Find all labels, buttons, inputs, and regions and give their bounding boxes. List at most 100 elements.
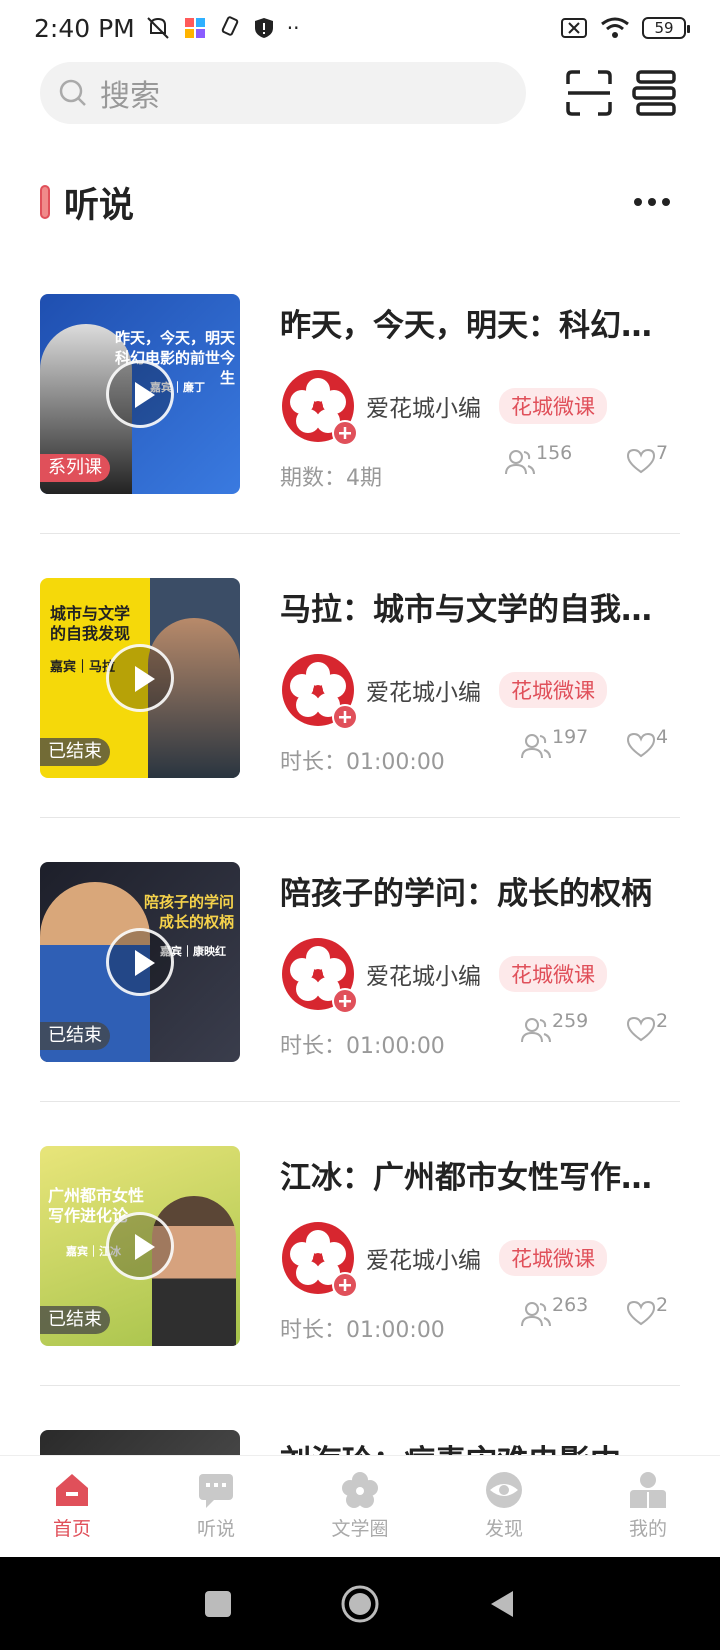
add-icon[interactable] <box>332 420 358 446</box>
item-title[interactable]: 刘海玲：病毒灾难电影中 <box>280 1436 680 1455</box>
section-header: 听说 <box>40 176 680 228</box>
author-row: 爱花城小编 花城微课 <box>280 652 607 730</box>
item-meta: 期数：4期 <box>280 466 382 491</box>
add-icon[interactable] <box>332 988 358 1014</box>
play-icon[interactable] <box>106 1212 174 1280</box>
section-title: 听说 <box>64 185 135 226</box>
eye-icon <box>486 1472 522 1508</box>
search-input[interactable]: 搜索 <box>40 62 526 124</box>
back-icon[interactable] <box>487 1589 517 1619</box>
list-item[interactable]: 刘海玲：病毒灾难电影中 <box>40 1386 680 1455</box>
people-icon <box>521 1018 551 1043</box>
home-button-icon[interactable] <box>340 1584 380 1624</box>
add-icon[interactable] <box>332 704 358 730</box>
play-icon[interactable] <box>106 360 174 428</box>
likes-count[interactable]: 2 <box>626 1294 668 1326</box>
avatar[interactable] <box>280 652 358 730</box>
status-badge: 已结束 <box>40 1306 110 1334</box>
list-item[interactable]: 广州都市女性 写作进化论 嘉宾｜江冰 已结束 江冰：广州都市女性写作进化论 爱花… <box>40 1102 680 1386</box>
category-tag[interactable]: 花城微课 <box>499 1240 607 1276</box>
recent-apps-icon[interactable] <box>203 1589 233 1619</box>
nav-item-literature[interactable]: 文学圈 <box>288 1456 432 1557</box>
status-icons-right: 59 <box>560 16 690 40</box>
thumbnail[interactable] <box>40 1430 240 1455</box>
avatar[interactable] <box>280 368 358 446</box>
play-icon[interactable] <box>106 644 174 712</box>
author-row: 爱花城小编 花城微课 <box>280 368 607 446</box>
listeners-value: 156 <box>536 442 573 464</box>
likes-count[interactable]: 2 <box>626 1010 668 1042</box>
more-dot <box>634 198 642 206</box>
more-dots-icon: ·· <box>286 16 300 40</box>
profile-icon <box>630 1472 666 1508</box>
listeners-value: 197 <box>552 726 589 748</box>
listeners-count: 156 <box>504 442 572 476</box>
flower-icon <box>342 1472 378 1508</box>
nav-item-discover[interactable]: 发现 <box>432 1456 576 1557</box>
course-list: 昨天，今天，明天 科幻电影的前世今生 嘉宾｜廉丁 系列课 昨天，今天，明天：科幻… <box>40 250 680 1455</box>
list-item[interactable]: 陪孩子的学问 成长的权柄 嘉宾｜康映红 已结束 陪孩子的学问：成长的权柄 爱花城… <box>40 818 680 1102</box>
avatar[interactable] <box>280 936 358 1014</box>
list-item[interactable]: 城市与文学 的自我发现 嘉宾｜马拉 已结束 马拉：城市与文学的自我发现 爱花城小… <box>40 534 680 818</box>
status-time: 2:40 PM <box>34 13 135 43</box>
search-icon <box>59 79 86 106</box>
more-button[interactable] <box>634 198 680 206</box>
thumbnail[interactable]: 昨天，今天，明天 科幻电影的前世今生 嘉宾｜廉丁 系列课 <box>40 294 240 494</box>
likes-count[interactable]: 7 <box>626 442 668 474</box>
more-dot <box>662 198 670 206</box>
category-tag[interactable]: 花城微课 <box>499 956 607 992</box>
more-dot <box>648 198 656 206</box>
top-bar: 搜索 <box>40 62 680 124</box>
people-icon <box>521 1302 551 1327</box>
listeners-count: 263 <box>520 1294 588 1328</box>
add-icon[interactable] <box>332 1272 358 1298</box>
nav-label: 文学圈 <box>331 1518 389 1540</box>
list-item[interactable]: 昨天，今天，明天 科幻电影的前世今生 嘉宾｜廉丁 系列课 昨天，今天，明天：科幻… <box>40 250 680 534</box>
nav-label: 听说 <box>196 1518 235 1540</box>
listeners-value: 263 <box>552 1294 589 1316</box>
listeners-value: 259 <box>552 1010 589 1032</box>
thumbnail[interactable]: 城市与文学 的自我发现 嘉宾｜马拉 已结束 <box>40 578 240 778</box>
author-name[interactable]: 爱花城小编 <box>366 957 481 991</box>
speaker-silhouette <box>152 1196 236 1346</box>
chat-icon <box>199 1474 233 1508</box>
system-nav-bar <box>0 1557 720 1650</box>
thumbnail[interactable]: 陪孩子的学问 成长的权柄 嘉宾｜康映红 已结束 <box>40 862 240 1062</box>
item-title[interactable]: 陪孩子的学问：成长的权柄 <box>280 868 680 913</box>
item-title[interactable]: 江冰：广州都市女性写作进化论 <box>280 1152 680 1197</box>
status-badge: 已结束 <box>40 1022 110 1050</box>
bookshelf-icon <box>632 70 676 116</box>
nav-label: 我的 <box>628 1518 667 1540</box>
category-tag[interactable]: 花城微课 <box>499 672 607 708</box>
people-icon <box>505 450 535 475</box>
battery-level: 59 <box>654 19 674 37</box>
thumbnail[interactable]: 广州都市女性 写作进化论 嘉宾｜江冰 已结束 <box>40 1146 240 1346</box>
likes-value: 7 <box>656 442 669 464</box>
nav-label: 首页 <box>52 1518 91 1540</box>
likes-count[interactable]: 4 <box>626 726 668 758</box>
nav-item-home[interactable]: 首页 <box>0 1456 144 1557</box>
play-icon[interactable] <box>106 928 174 996</box>
search-placeholder: 搜索 <box>100 79 160 114</box>
heart-icon <box>626 732 656 758</box>
avatar[interactable] <box>280 1220 358 1298</box>
item-title[interactable]: 马拉：城市与文学的自我发现 <box>280 584 680 629</box>
thumbnail-caption: 陪孩子的学问 成长的权柄 <box>143 893 234 931</box>
item-meta: 时长：01:00:00 <box>280 1034 445 1059</box>
likes-value: 2 <box>656 1010 669 1032</box>
heart-icon <box>626 1300 656 1326</box>
author-name[interactable]: 爱花城小编 <box>366 1241 481 1275</box>
nav-item-listen[interactable]: 听说 <box>144 1456 288 1557</box>
heart-icon <box>626 448 656 474</box>
people-icon <box>521 734 551 759</box>
nav-item-profile[interactable]: 我的 <box>576 1456 720 1557</box>
author-name[interactable]: 爱花城小编 <box>366 389 481 423</box>
brush-icon <box>221 16 238 36</box>
author-name[interactable]: 爱花城小编 <box>366 673 481 707</box>
category-tag[interactable]: 花城微课 <box>499 388 607 424</box>
heart-icon <box>626 1016 656 1042</box>
status-icons-left: ·· <box>145 15 300 41</box>
scan-button[interactable] <box>564 68 614 118</box>
item-title[interactable]: 昨天，今天，明天：科幻电影的前世今生 <box>280 300 680 345</box>
bookshelf-button[interactable] <box>630 68 680 118</box>
